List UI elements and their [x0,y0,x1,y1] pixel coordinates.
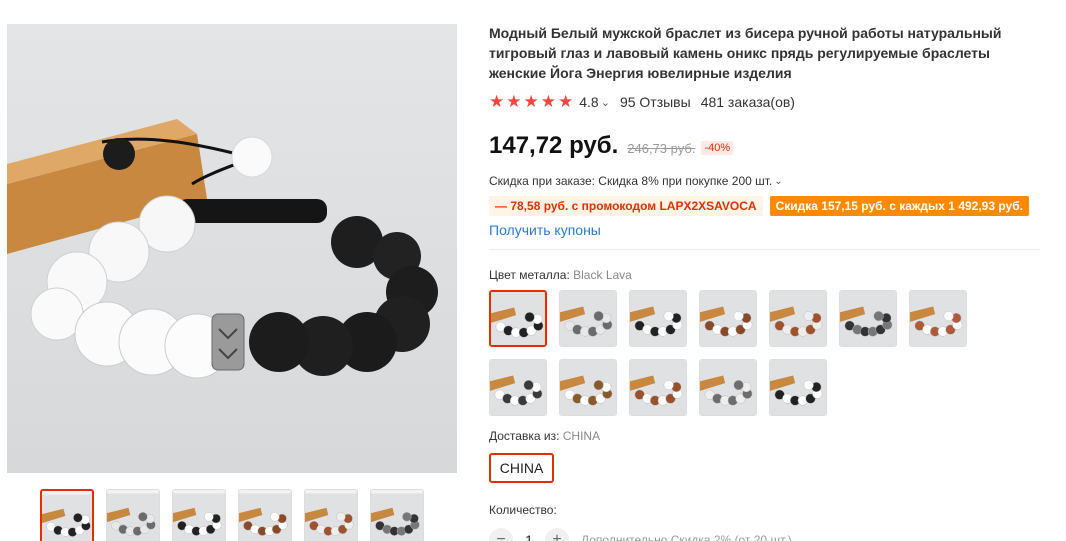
bracelet-thumbnail-icon [910,291,966,346]
bracelet-thumbnail-icon [42,494,92,541]
bracelet-thumbnail-icon [700,360,756,415]
rating-row: ★ ★ ★ ★ ★ 4.8 ⌄ 95 Отзывы 481 заказа(ов) [489,93,795,111]
bracelet-thumbnail-icon [840,291,896,346]
color-swatch-6[interactable] [839,290,897,347]
color-swatch-7[interactable] [909,290,967,347]
color-swatch-2[interactable] [559,290,617,347]
color-swatch-5[interactable] [769,290,827,347]
bracelet-thumbnail-icon [770,291,826,346]
bracelet-thumbnail-icon [770,360,826,415]
star-icon: ★ [540,92,556,111]
shipping-label-text: Доставка из: [489,429,560,443]
star-icon: ★ [523,92,539,111]
bracelet-thumbnail-icon [491,292,545,345]
ship-from-china-option[interactable]: CHINA [489,453,554,483]
macrame-knot [177,199,327,223]
shipping-selected-value: CHINA [562,429,601,443]
gallery-thumbnail[interactable] [172,489,226,541]
gallery-thumbnail[interactable] [304,489,358,541]
top-lava-bead [103,138,135,170]
promo-row: — 78,58 руб. с промокодом LAPX2XSAVOCA С… [489,196,1029,216]
star-icon: ★ [506,92,522,111]
bulk-discount-note: Дополнительно Скидка 2% (от 20 шт.) [581,533,792,541]
color-swatch-8[interactable] [489,359,547,416]
bracelet-thumbnail-icon [371,493,423,541]
quantity-input[interactable]: 1 [513,532,545,541]
price-row: 147,72 руб. 246,73 руб. -40% [489,132,734,160]
gallery-thumbnail[interactable] [238,489,292,541]
color-swatch-12[interactable] [769,359,827,416]
order-discount-text: Скидка при заказе: Скидка 8% при покупке… [489,174,773,188]
bracelet-thumbnail-icon [239,493,291,541]
silver-spacer [211,313,245,371]
chevron-down-icon[interactable]: ⌄ [601,96,610,109]
chevron-down-icon[interactable]: ⌄ [774,176,782,187]
color-swatch-9[interactable] [559,359,617,416]
bracelet-thumbnail-icon [173,493,225,541]
bracelet-thumbnail-icon [630,360,686,415]
shipping-label: Доставка из: CHINA [489,429,600,443]
color-label-text: Цвет металла: [489,268,570,282]
discount-badge: -40% [701,141,734,155]
color-swatch-11[interactable] [699,359,757,416]
bracelet-thumbnail-icon [700,291,756,346]
bracelet-photo [7,119,438,379]
old-price: 246,73 руб. [627,141,696,156]
color-swatch-4[interactable] [699,290,757,347]
order-discount[interactable]: Скидка при заказе: Скидка 8% при покупке… [489,174,793,188]
bracelet-thumbnail-icon [560,291,616,346]
current-price: 147,72 руб. [489,132,619,159]
star-icon: ★ [558,92,574,111]
color-swatch-1[interactable] [489,290,547,347]
product-title: Модный Белый мужской браслет из бисера р… [489,25,1002,81]
color-selected-value: Black Lava [573,268,632,282]
bracelet-thumbnail-icon [630,291,686,346]
rating-value: 4.8 [579,94,599,110]
quantity-stepper: − 1 + Дополнительно Скидка 2% (от 20 шт.… [489,527,792,541]
bracelet-thumbnail-icon [305,493,357,541]
top-white-bead [231,136,273,178]
quantity-label: Количество: [489,503,557,517]
reviews-link[interactable]: 95 Отзывы [620,94,691,110]
bracelet-thumbnail-icon [560,360,616,415]
rating-stars: ★ ★ ★ ★ ★ [489,93,573,111]
color-swatch-10[interactable] [629,359,687,416]
store-discount-badge[interactable]: Скидка 157,15 руб. с каждых 1 492,93 руб… [769,196,1029,216]
orders-count: 481 заказа(ов) [700,94,795,110]
gallery-thumbnail[interactable] [370,489,424,541]
main-product-image[interactable] [7,24,457,473]
color-label: Цвет металла: Black Lava [489,268,632,282]
get-coupons-link[interactable]: Получить купоны [489,222,601,238]
bracelet-thumbnail-icon [107,493,159,541]
bracelet-thumbnail-icon [490,360,546,415]
divider [489,249,1040,250]
color-swatch-3[interactable] [629,290,687,347]
gallery-thumbnail[interactable] [40,489,94,541]
promo-code-badge[interactable]: — 78,58 руб. с промокодом LAPX2XSAVOCA [489,196,763,216]
gallery-thumbnail[interactable] [106,489,160,541]
star-icon: ★ [489,92,505,111]
quantity-decrease-button[interactable]: − [489,528,513,541]
quantity-increase-button[interactable]: + [545,528,569,541]
